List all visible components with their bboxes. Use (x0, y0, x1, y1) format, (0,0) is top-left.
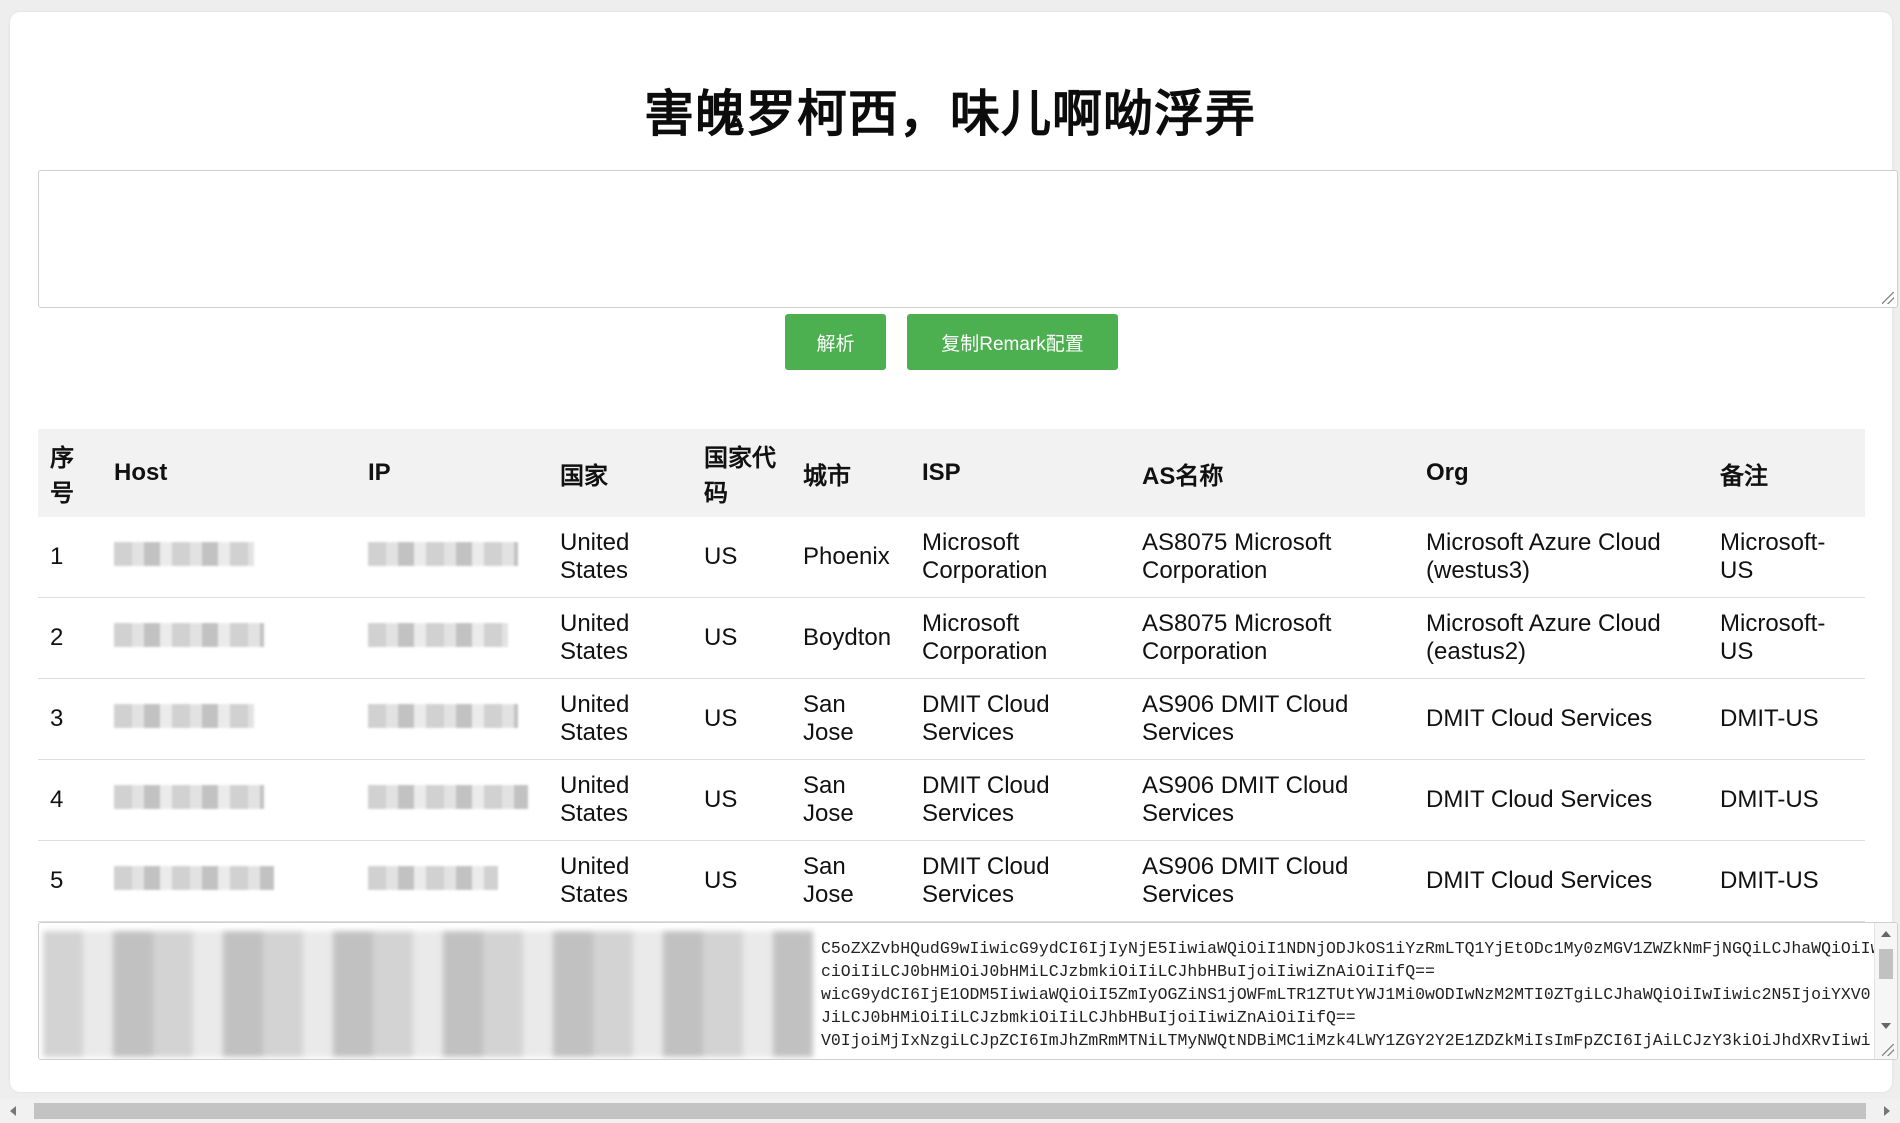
redacted-host (114, 784, 264, 809)
copy-remark-button[interactable]: 复制Remark配置 (907, 314, 1118, 370)
cell-remark: Microsoft-US (1708, 597, 1865, 679)
cell-index: 4 (38, 759, 102, 841)
header-as-name: AS名称 (1130, 429, 1414, 517)
cell-index: 2 (38, 597, 102, 679)
horizontal-scrollbar[interactable] (0, 1099, 1900, 1123)
cell-org: DMIT Cloud Services (1414, 840, 1708, 922)
table-row: 3 United States US San Jose DMIT Cloud Servi… (38, 678, 1865, 760)
cell-org: Microsoft Azure Cloud (westus3) (1414, 517, 1708, 598)
cell-host (102, 517, 356, 598)
vertical-scrollbar[interactable] (1874, 923, 1897, 1059)
cell-ip (356, 840, 548, 922)
cell-country: United States (548, 678, 692, 760)
table-row: 4 United States US San Jose DMIT Cloud Servi… (38, 759, 1865, 841)
cell-as-name: AS8075 Microsoft Corporation (1130, 597, 1414, 679)
scroll-right-icon[interactable] (1884, 1106, 1890, 1116)
cell-as-name: AS906 DMIT Cloud Services (1130, 678, 1414, 760)
cell-city: San Jose (791, 678, 910, 760)
page-title: 害魄罗柯西，味儿啊呦浮弄 (644, 86, 1256, 142)
parse-button[interactable]: 解析 (785, 314, 886, 370)
cell-host (102, 678, 356, 760)
header-host: Host (102, 429, 356, 517)
cell-ip (356, 597, 548, 679)
cell-host (102, 759, 356, 841)
cell-isp: DMIT Cloud Services (910, 759, 1130, 841)
cell-country: United States (548, 840, 692, 922)
scroll-down-icon[interactable] (1881, 1023, 1891, 1029)
scrollbar-thumb[interactable] (34, 1103, 1866, 1119)
cell-country-code: US (692, 597, 791, 679)
cell-index: 1 (38, 517, 102, 598)
redacted-ip (368, 865, 498, 890)
cell-org: DMIT Cloud Services (1414, 759, 1708, 841)
cell-ip (356, 759, 548, 841)
cell-ip (356, 678, 548, 760)
header-org: Org (1414, 429, 1708, 517)
cell-city: Boydton (791, 597, 910, 679)
header-city: 城市 (791, 429, 910, 517)
results-table: 序号 Host IP 国家 国家代码 城市 ISP AS名称 Org 备注 1 U… (38, 429, 1865, 922)
cell-isp: Microsoft Corporation (910, 517, 1130, 598)
output-textarea[interactable]: C5oZXZvbHQudG9wIiwicG9ydCI6IjIyNjE5Iiwia… (38, 922, 1898, 1060)
cell-index: 3 (38, 678, 102, 760)
header-index: 序号 (38, 429, 102, 517)
cell-city: Phoenix (791, 517, 910, 598)
cell-country-code: US (692, 759, 791, 841)
cell-country: United States (548, 597, 692, 679)
table-row: 5 United States US San Jose DMIT Cloud Servi… (38, 840, 1865, 922)
header-country-code: 国家代码 (692, 429, 791, 517)
cell-country: United States (548, 759, 692, 841)
cell-remark: DMIT-US (1708, 759, 1865, 841)
cell-isp: DMIT Cloud Services (910, 840, 1130, 922)
cell-country-code: US (692, 840, 791, 922)
header-ip: IP (356, 429, 548, 517)
redacted-ip (368, 541, 518, 566)
redacted-ip (368, 784, 528, 809)
table-row: 1 United States US Phoenix Microsoft Corpora… (38, 517, 1865, 598)
cell-as-name: AS8075 Microsoft Corporation (1130, 517, 1414, 598)
resize-grip-icon[interactable] (1882, 1044, 1894, 1056)
cell-remark: Microsoft-US (1708, 517, 1865, 598)
cell-org: DMIT Cloud Services (1414, 678, 1708, 760)
cell-index: 5 (38, 840, 102, 922)
redacted-ip (368, 703, 518, 728)
scrollbar-thumb[interactable] (1879, 949, 1893, 979)
resize-grip-icon[interactable] (1882, 292, 1894, 304)
redacted-host (114, 865, 274, 890)
cell-isp: Microsoft Corporation (910, 597, 1130, 679)
cell-remark: DMIT-US (1708, 840, 1865, 922)
cell-isp: DMIT Cloud Services (910, 678, 1130, 760)
header-country: 国家 (548, 429, 692, 517)
scroll-left-icon[interactable] (10, 1106, 16, 1116)
cell-host (102, 597, 356, 679)
redacted-region (43, 931, 813, 1057)
table-header-row: 序号 Host IP 国家 国家代码 城市 ISP AS名称 Org 备注 (38, 429, 1865, 517)
cell-as-name: AS906 DMIT Cloud Services (1130, 759, 1414, 841)
cell-host (102, 840, 356, 922)
cell-country-code: US (692, 517, 791, 598)
cell-as-name: AS906 DMIT Cloud Services (1130, 840, 1414, 922)
header-isp: ISP (910, 429, 1130, 517)
cell-ip (356, 517, 548, 598)
redacted-host (114, 541, 254, 566)
cell-city: San Jose (791, 759, 910, 841)
config-input-textarea[interactable] (38, 170, 1898, 308)
header-remark: 备注 (1708, 429, 1865, 517)
table-body: 1 United States US Phoenix Microsoft Corpora… (38, 517, 1865, 922)
redacted-host (114, 622, 264, 647)
table-row: 2 United States US Boydton Microsoft Corpora… (38, 597, 1865, 679)
cell-city: San Jose (791, 840, 910, 922)
redacted-host (114, 703, 254, 728)
cell-org: Microsoft Azure Cloud (eastus2) (1414, 597, 1708, 679)
cell-country: United States (548, 517, 692, 598)
redacted-ip (368, 622, 508, 647)
cell-remark: DMIT-US (1708, 678, 1865, 760)
scroll-up-icon[interactable] (1881, 931, 1891, 937)
cell-country-code: US (692, 678, 791, 760)
